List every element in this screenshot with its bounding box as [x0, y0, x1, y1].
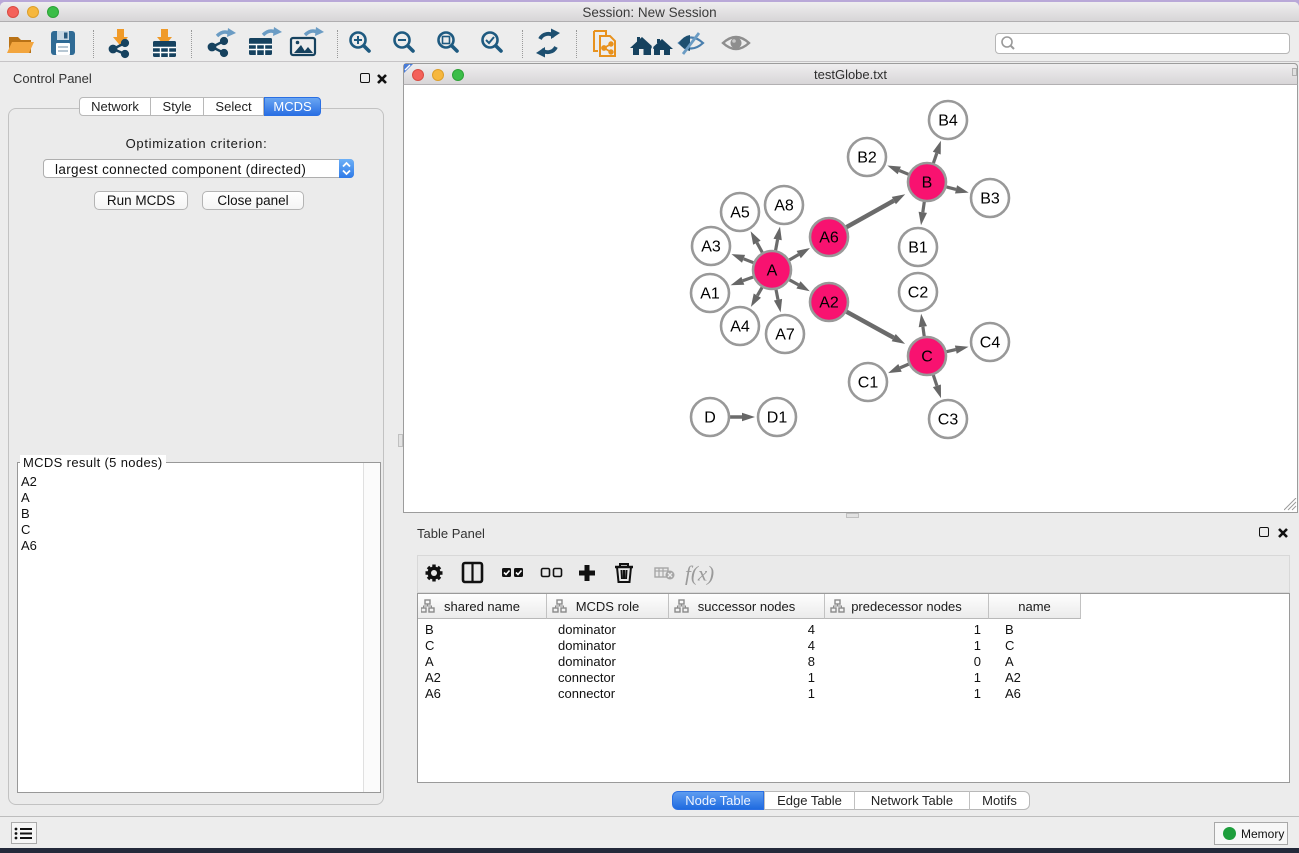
svg-text:A6: A6 — [819, 230, 839, 247]
svg-text:A: A — [767, 263, 778, 280]
svg-text:A2: A2 — [819, 295, 839, 312]
svg-text:B2: B2 — [857, 150, 877, 167]
svg-text:f(x): f(x) — [685, 562, 714, 586]
svg-text:B1: B1 — [908, 240, 928, 257]
svg-text:B3: B3 — [980, 191, 1000, 208]
svg-text:C: C — [921, 349, 933, 366]
svg-text:B: B — [922, 175, 933, 192]
svg-text:D: D — [704, 410, 716, 427]
svg-text:C4: C4 — [980, 335, 1001, 352]
svg-text:D1: D1 — [767, 410, 788, 427]
svg-text:A1: A1 — [700, 286, 720, 303]
svg-text:A4: A4 — [730, 319, 750, 336]
svg-text:C2: C2 — [908, 285, 929, 302]
svg-text:A8: A8 — [774, 198, 794, 215]
svg-text:A7: A7 — [775, 327, 795, 344]
svg-text:A3: A3 — [701, 239, 721, 256]
svg-text:C1: C1 — [858, 375, 879, 392]
svg-text:B4: B4 — [938, 113, 958, 130]
svg-text:A5: A5 — [730, 205, 750, 222]
svg-text:C3: C3 — [938, 412, 959, 429]
